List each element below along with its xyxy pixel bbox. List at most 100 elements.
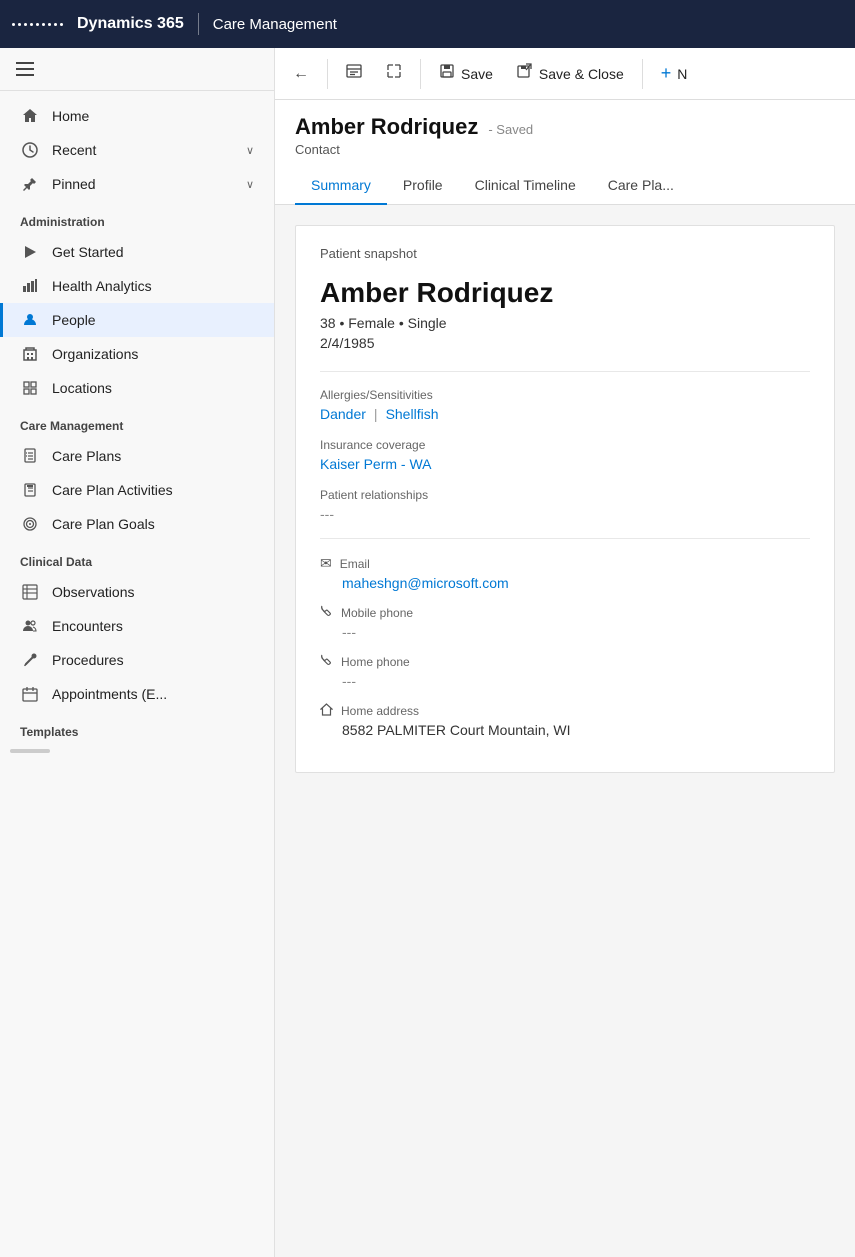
mobile-phone-value: ---	[320, 624, 810, 640]
page-header: Amber Rodriquez - Saved Contact	[275, 100, 855, 157]
sidebar-item-observations[interactable]: Observations	[0, 575, 274, 609]
person-icon	[20, 312, 40, 328]
tabs-bar: Summary Profile Clinical Timeline Care P…	[275, 167, 855, 205]
building-icon	[20, 346, 40, 362]
sidebar-recent-label: Recent	[52, 142, 96, 158]
sidebar-health-analytics-label: Health Analytics	[52, 278, 152, 294]
email-value[interactable]: maheshgn@microsoft.com	[320, 575, 810, 591]
sidebar-nav: Home Recent ∨ Pinned ∨ Administration	[0, 91, 274, 765]
page-content: Patient snapshot Amber Rodriquez 38 • Fe…	[275, 205, 855, 1257]
save-close-button[interactable]: Save & Close	[507, 57, 634, 90]
top-bar-divider	[198, 13, 199, 35]
admin-section-title: Administration	[0, 201, 274, 235]
sidebar-item-procedures[interactable]: Procedures	[0, 643, 274, 677]
sidebar-care-plan-activities-label: Care Plan Activities	[52, 482, 173, 498]
module-name: Care Management	[213, 16, 337, 33]
email-contact-item: ✉ Email maheshgn@microsoft.com	[320, 555, 810, 591]
snapshot-divider-1	[320, 371, 810, 372]
insurance-section: Insurance coverage Kaiser Perm - WA	[320, 438, 810, 472]
sidebar-procedures-label: Procedures	[52, 652, 124, 668]
sidebar-encounters-label: Encounters	[52, 618, 123, 634]
tab-clinical-timeline[interactable]: Clinical Timeline	[459, 167, 592, 205]
sidebar-item-organizations[interactable]: Organizations	[0, 337, 274, 371]
snapshot-divider-2	[320, 538, 810, 539]
saved-badge: - Saved	[488, 122, 533, 137]
home-phone-contact-item: Home phone ---	[320, 654, 810, 689]
patient-demographics: 38 • Female • Single	[320, 315, 810, 331]
sidebar-observations-label: Observations	[52, 584, 134, 600]
pinned-chevron: ∨	[246, 178, 254, 191]
toolbar: ← Save	[275, 48, 855, 100]
top-bar: Dynamics 365 Care Management	[0, 0, 855, 48]
tab-care-plan[interactable]: Care Pla...	[592, 167, 690, 205]
toolbar-divider-1	[327, 59, 328, 89]
sidebar-item-pinned[interactable]: Pinned ∨	[0, 167, 274, 201]
relationships-section: Patient relationships ---	[320, 488, 810, 522]
insurance-value[interactable]: Kaiser Perm - WA	[320, 456, 810, 472]
form-view-button[interactable]	[336, 57, 372, 90]
sidebar-item-health-analytics[interactable]: Health Analytics	[0, 269, 274, 303]
allergies-section: Allergies/Sensitivities Dander | Shellfi…	[320, 388, 810, 422]
plus-icon: +	[661, 63, 672, 84]
save-label: Save	[461, 66, 493, 82]
expand-icon	[386, 63, 402, 84]
care-plan-activities-icon	[20, 482, 40, 498]
sidebar-item-get-started[interactable]: Get Started	[0, 235, 274, 269]
allergy-dander[interactable]: Dander	[320, 406, 366, 422]
sidebar-locations-label: Locations	[52, 380, 112, 396]
location-icon	[20, 380, 40, 396]
patient-snapshot-card: Patient snapshot Amber Rodriquez 38 • Fe…	[295, 225, 835, 773]
hamburger-menu[interactable]	[12, 58, 262, 80]
new-button[interactable]: + N	[651, 57, 698, 90]
sidebar-item-appointments[interactable]: Appointments (E...	[0, 677, 274, 711]
sidebar-item-locations[interactable]: Locations	[0, 371, 274, 405]
sidebar-item-care-plan-goals[interactable]: Care Plan Goals	[0, 507, 274, 541]
sidebar-top	[0, 48, 274, 91]
expand-button[interactable]	[376, 57, 412, 90]
recent-chevron: ∨	[246, 144, 254, 157]
sidebar-care-plan-goals-label: Care Plan Goals	[52, 516, 155, 532]
back-button[interactable]: ←	[283, 59, 319, 89]
phone-icon	[320, 654, 333, 670]
analytics-icon	[20, 278, 40, 294]
encounters-icon	[20, 618, 40, 634]
patient-dob: 2/4/1985	[320, 335, 810, 351]
page-subtitle: Contact	[295, 142, 835, 157]
save-icon	[439, 63, 455, 84]
sidebar-people-label: People	[52, 312, 96, 328]
play-icon	[20, 245, 40, 259]
home-phone-value: ---	[320, 673, 810, 689]
save-close-icon	[517, 63, 533, 84]
address-icon	[320, 703, 333, 719]
home-address-contact-item: Home address 8582 PALMITER Court Mountai…	[320, 703, 810, 738]
sidebar-item-recent[interactable]: Recent ∨	[0, 133, 274, 167]
email-icon: ✉	[320, 555, 332, 572]
insurance-label: Insurance coverage	[320, 438, 810, 452]
tab-summary[interactable]: Summary	[295, 167, 387, 205]
home-address-value: 8582 PALMITER Court Mountain, WI	[320, 722, 810, 738]
tab-profile[interactable]: Profile	[387, 167, 459, 205]
app-grid-icon[interactable]	[12, 23, 63, 26]
home-address-label-row: Home address	[320, 703, 810, 719]
sidebar-item-care-plans[interactable]: Care Plans	[0, 439, 274, 473]
back-icon: ←	[293, 65, 309, 83]
allergy-links: Dander | Shellfish	[320, 406, 810, 422]
allergies-label: Allergies/Sensitivities	[320, 388, 810, 402]
home-phone-label: Home phone	[341, 655, 410, 669]
home-address-label: Home address	[341, 704, 419, 718]
sidebar-item-care-plan-activities[interactable]: Care Plan Activities	[0, 473, 274, 507]
sidebar-item-people[interactable]: People	[0, 303, 274, 337]
observations-icon	[20, 584, 40, 600]
home-phone-label-row: Home phone	[320, 654, 810, 670]
app-name: Dynamics 365	[77, 15, 184, 33]
sidebar-item-home[interactable]: Home	[0, 99, 274, 133]
allergy-shellfish[interactable]: Shellfish	[386, 406, 439, 422]
patient-name-large: Amber Rodriquez	[320, 277, 810, 309]
email-label-row: ✉ Email	[320, 555, 810, 572]
save-button[interactable]: Save	[429, 57, 503, 90]
sidebar-item-encounters[interactable]: Encounters	[0, 609, 274, 643]
sidebar-scroll-indicator	[10, 749, 50, 753]
mobile-phone-label-row: Mobile phone	[320, 605, 810, 621]
sidebar: Home Recent ∨ Pinned ∨ Administration	[0, 48, 275, 1257]
templates-section-title: Templates	[0, 711, 274, 745]
